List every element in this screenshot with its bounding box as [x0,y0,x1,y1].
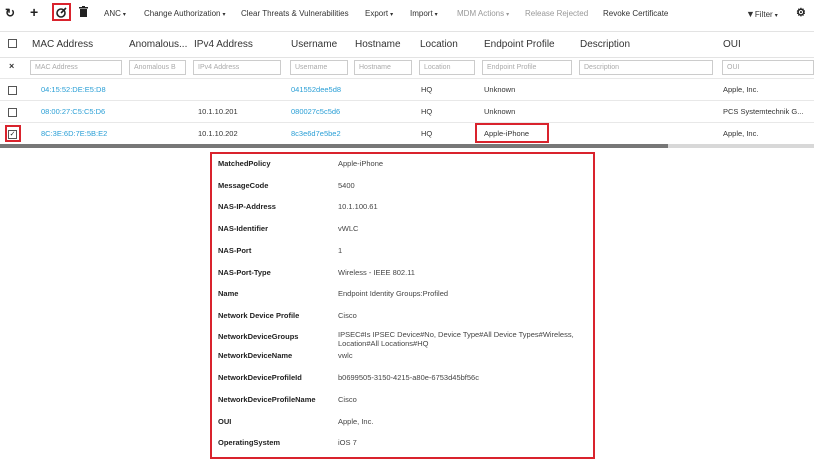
attribute-value: IPSEC#Is IPSEC Device#No, Device Type#Al… [338,330,574,348]
attribute-key: OperatingSystem [218,438,281,447]
row-checkbox[interactable] [8,86,17,95]
change-authorization-menu[interactable]: Change Authorization ▾ [144,8,226,21]
filter-menu[interactable]: ▼Filter ▾ [746,8,778,22]
username-link[interactable]: 8c3e6d7e5be2 [291,129,341,138]
attribute-value: Cisco [338,311,357,320]
attribute-value: 1 [338,246,343,255]
attribute-key: Name [218,289,239,298]
ipv4-cell: 10.1.10.202 [198,129,238,138]
clear-filter-icon[interactable]: × [9,61,14,71]
location-cell: HQ [421,85,433,94]
filter-input-ipv4[interactable]: IPv4 Address [193,60,281,75]
filter-input-oui[interactable]: OUI [722,60,814,75]
filter-row: × MAC Address Anomalous B IPv4 Address U… [0,57,814,78]
attribute-value: vwlc [338,351,353,360]
endpoint-profile-cell: Unknown [484,85,516,94]
location-cell: HQ [421,107,433,116]
column-endpoint-profile[interactable]: Endpoint Profile [484,39,574,50]
attribute-key: MatchedPolicy [218,159,271,168]
attribute-key: NetworkDeviceProfileId [218,373,302,382]
anc-menu[interactable]: ANC ▾ [104,8,126,21]
refresh-icon[interactable]: ↻ [5,6,15,20]
toolbar: ↻ + ANC ▾ Change Authorization ▾ Clear Thr… [0,0,814,30]
attribute-key: OUI [218,417,232,426]
clear-threats-button[interactable]: Clear Threats & Vulnerabilities [241,8,349,20]
oui-cell: Apple, Inc. [723,129,759,138]
attribute-key: NetworkDeviceName [218,351,293,360]
attribute-value: iOS 7 [338,438,357,447]
oui-cell: Apple, Inc. [723,85,759,94]
endpoint-profile-cell: Unknown [484,107,516,116]
column-anomalous[interactable]: Anomalous... [129,39,187,50]
attribute-key: MessageCode [218,181,269,190]
horizontal-scrollbar[interactable] [0,144,814,148]
gear-icon[interactable]: ⚙ [796,6,806,20]
column-location[interactable]: Location [420,39,474,50]
filter-input-location[interactable]: Location [419,60,475,75]
location-cell: HQ [421,129,433,138]
attribute-value: Apple-iPhone [338,159,384,168]
attribute-key: NAS-Identifier [218,224,269,233]
mac-address-link[interactable]: 8C:3E:6D:7E:5B:E2 [41,129,107,138]
release-rejected-button[interactable]: Release Rejected [525,8,588,20]
attribute-value: vWLC [338,224,359,233]
revoke-certificate-button[interactable]: Revoke Certificate [603,8,668,20]
filter-input-endpoint-profile[interactable]: Endpoint Profile [482,60,572,75]
column-mac-address[interactable]: MAC Address [32,39,120,50]
attribute-key: NetworkDeviceProfileName [218,395,316,404]
filter-input-hostname[interactable]: Hostname [354,60,412,75]
endpoint-attributes-panel: MatchedPolicy Apple-iPhone MessageCode 5… [210,152,595,459]
username-link[interactable]: 041552dee5d8 [291,85,341,94]
column-hostname[interactable]: Hostname [355,39,415,50]
filter-input-username[interactable]: Username [290,60,348,75]
username-link[interactable]: 080027c5c5d6 [291,107,340,116]
mac-address-link[interactable]: 04:15:52:DE:E5:D8 [41,85,106,94]
filter-input-mac[interactable]: MAC Address [30,60,122,75]
attribute-key: NetworkDeviceGroups [218,332,299,341]
scrollbar-thumb[interactable] [0,144,668,148]
oui-cell: PCS Systemtechnik G... [723,107,804,116]
edit-highlight [52,3,71,21]
column-description[interactable]: Description [580,39,710,50]
attribute-key: NAS-Port [218,246,252,255]
profile-highlight [475,123,549,143]
column-oui[interactable]: OUI [723,39,813,50]
attribute-value: b0699505-3150-4215-a80e-6753d45bf56c [338,373,479,382]
select-all-checkbox[interactable] [8,39,17,48]
column-ipv4-address[interactable]: IPv4 Address [194,39,280,50]
attribute-value: Endpoint Identity Groups:Profiled [338,289,449,298]
attribute-value: Cisco [338,395,357,404]
table-row[interactable]: 04:15:52:DE:E5:D8 041552dee5d8 HQ Unknow… [0,78,814,101]
filter-input-description[interactable]: Description [579,60,713,75]
attribute-value: 10.1.100.61 [338,202,378,211]
attribute-key: NAS-IP-Address [218,202,276,211]
export-menu[interactable]: Export ▾ [365,8,393,21]
filter-input-anomalous[interactable]: Anomalous B [129,60,186,75]
mac-address-link[interactable]: 08:00:27:C5:C5:D6 [41,107,105,116]
attribute-value: 5400 [338,181,355,190]
filter-icon: ▼ [746,9,755,19]
attribute-value: Apple, Inc. [338,417,374,426]
trash-icon[interactable] [79,6,88,20]
table-row-selected[interactable]: ✓ 8C:3E:6D:7E:5B:E2 10.1.10.202 8c3e6d7e… [0,122,814,145]
attribute-value: Wireless - IEEE 802.11 [338,268,415,277]
table-row[interactable]: 08:00:27:C5:C5:D6 10.1.10.201 080027c5c5… [0,100,814,123]
table-header: MAC Address Anomalous... IPv4 Address Us… [0,31,814,58]
checkbox-highlight [5,125,21,142]
import-menu[interactable]: Import ▾ [410,8,438,21]
ipv4-cell: 10.1.10.201 [198,107,238,116]
attribute-key: NAS-Port-Type [218,268,271,277]
row-checkbox[interactable] [8,108,17,117]
column-username[interactable]: Username [291,39,349,50]
mdm-actions-menu[interactable]: MDM Actions ▾ [457,8,509,21]
plus-icon[interactable]: + [30,5,38,19]
attribute-key: Network Device Profile [218,311,300,320]
